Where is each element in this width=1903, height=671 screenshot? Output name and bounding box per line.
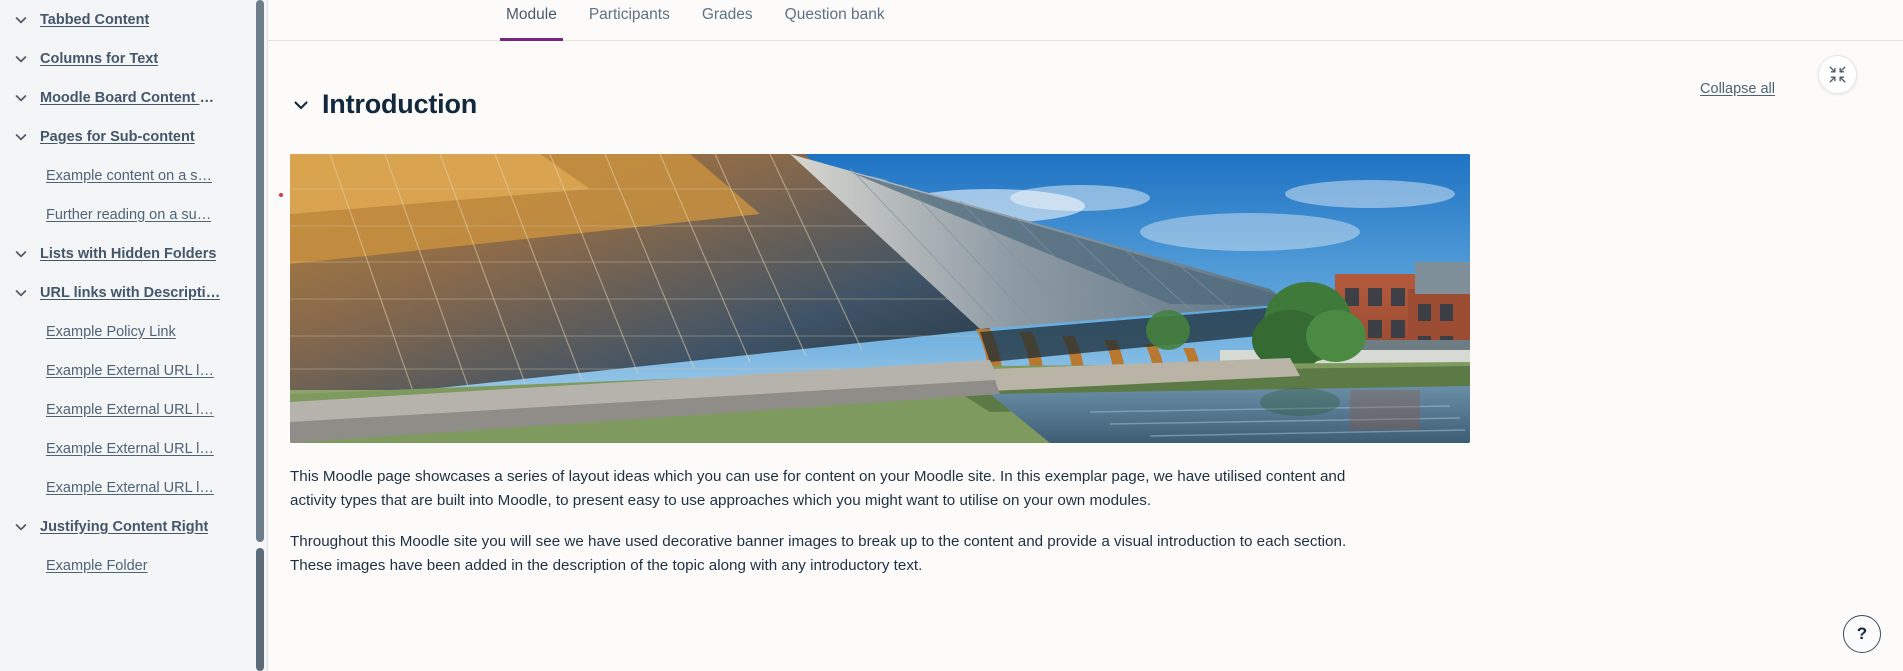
- chevron-down-icon[interactable]: [12, 89, 30, 107]
- course-tabbar: Module Participants Grades Question bank: [268, 0, 1903, 41]
- intro-paragraph-1: This Moodle page showcases a series of l…: [290, 468, 1346, 509]
- sidebar-item-7[interactable]: URL links with Descripti…: [0, 273, 267, 312]
- main-scrollbar[interactable]: [1896, 0, 1903, 671]
- tab-question-bank[interactable]: Question bank: [769, 0, 901, 41]
- chevron-down-icon[interactable]: [12, 50, 30, 68]
- sidebar-item-10[interactable]: Example External URL l…: [0, 390, 267, 429]
- chevron-down-icon[interactable]: [12, 128, 30, 146]
- collapse-arrows-icon[interactable]: [1818, 55, 1857, 94]
- sidebar-item-label: Moodle Board Content w…: [40, 89, 225, 106]
- sidebar-item-label: Example Folder: [46, 557, 148, 574]
- sidebar-item-4[interactable]: Example content on a s…: [0, 156, 267, 195]
- sidebar-item-label: Tabbed Content: [40, 11, 150, 28]
- sidebar-item-3[interactable]: Pages for Sub-content: [0, 117, 267, 156]
- section-banner-image: [290, 154, 1470, 444]
- course-index-sidebar[interactable]: Tabbed Content Columns for Text Moodle Boa…: [0, 0, 268, 671]
- chevron-down-icon[interactable]: [12, 518, 30, 536]
- sidebar-item-11[interactable]: Example External URL l…: [0, 429, 267, 468]
- chevron-down-icon[interactable]: [12, 284, 30, 302]
- sidebar-item-label: Columns for Text: [40, 50, 159, 67]
- sidebar-item-8[interactable]: Example Policy Link: [0, 312, 267, 351]
- sidebar-item-9[interactable]: Example External URL l…: [0, 351, 267, 390]
- sidebar-item-label: Example Policy Link: [46, 323, 176, 340]
- sidebar-item-label: Example External URL l…: [46, 440, 214, 457]
- main-content: Module Participants Grades Question bank In…: [268, 0, 1903, 671]
- sidebar-item-label: Example External URL l…: [46, 479, 214, 496]
- page-title: Introduction: [322, 89, 478, 120]
- section-banner-container: [268, 138, 1903, 444]
- sidebar-item-label: Example External URL l…: [46, 362, 214, 379]
- sidebar-item-label: URL links with Descripti…: [40, 284, 221, 301]
- sidebar-item-label: Example content on a s…: [46, 167, 213, 184]
- intro-paragraph-2: Throughout this Moodle site you will see…: [290, 533, 1347, 574]
- sidebar-item-label: Justifying Content Right: [40, 518, 209, 535]
- sidebar-item-2[interactable]: Moodle Board Content w…: [0, 78, 267, 117]
- section-header: Introduction Collapse all: [268, 41, 1903, 138]
- tab-grades[interactable]: Grades: [686, 0, 769, 41]
- sidebar-item-5[interactable]: Further reading on a su…: [0, 195, 267, 234]
- sidebar-item-13[interactable]: Justifying Content Right: [0, 507, 267, 546]
- question-mark-icon[interactable]: ?: [1843, 615, 1881, 653]
- chevron-down-icon[interactable]: [290, 94, 312, 116]
- sidebar-item-6[interactable]: Lists with Hidden Folders: [0, 234, 267, 273]
- chevron-down-icon[interactable]: [12, 11, 30, 29]
- sidebar-scrollbar-thumb[interactable]: [256, 0, 264, 542]
- sidebar-item-12[interactable]: Example External URL l…: [0, 468, 267, 507]
- sidebar-item-label: Lists with Hidden Folders: [40, 245, 217, 262]
- unread-indicator-dot: [279, 193, 283, 197]
- page-root: Tabbed Content Columns for Text Moodle Boa…: [0, 0, 1903, 671]
- course-section-content: Introduction Collapse all This Moodle pa…: [268, 41, 1903, 577]
- sidebar-item-label: Pages for Sub-content: [40, 128, 195, 145]
- collapse-all-link[interactable]: Collapse all: [1700, 81, 1775, 97]
- sidebar-item-14[interactable]: Example Folder: [0, 546, 267, 585]
- tab-participants[interactable]: Participants: [573, 0, 686, 41]
- course-index-list: Tabbed Content Columns for Text Moodle Boa…: [0, 0, 267, 585]
- sidebar-item-1[interactable]: Columns for Text: [0, 39, 267, 78]
- sidebar-item-label: Further reading on a su…: [46, 206, 212, 223]
- sidebar-item-0[interactable]: Tabbed Content: [0, 0, 267, 39]
- sidebar-item-label: Example External URL l…: [46, 401, 214, 418]
- chevron-down-icon[interactable]: [12, 245, 30, 263]
- tab-module[interactable]: Module: [490, 0, 573, 41]
- sidebar-scrollbar-thumb-lower[interactable]: [256, 548, 264, 671]
